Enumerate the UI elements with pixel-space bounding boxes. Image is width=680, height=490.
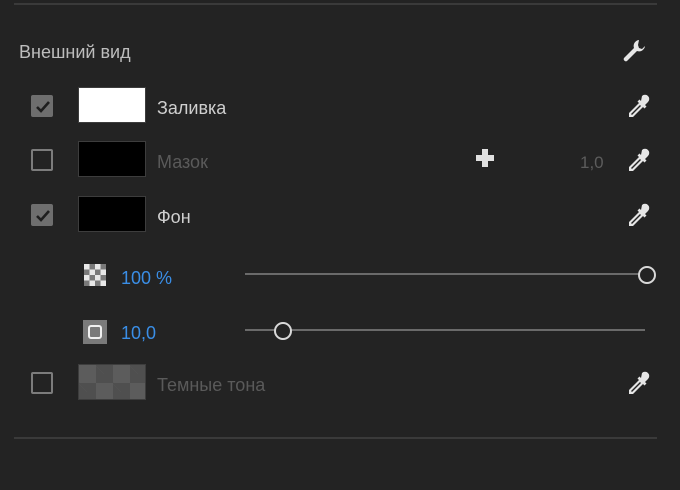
shadow-color-swatch[interactable] — [78, 364, 146, 400]
opacity-slider-handle[interactable] — [638, 266, 656, 284]
stroke-eyedropper-icon[interactable] — [624, 146, 652, 174]
size-slider-track[interactable] — [245, 329, 645, 331]
checkerboard-opacity-icon — [84, 264, 106, 286]
section-title: Внешний вид — [19, 42, 131, 62]
shadow-label: Темные тона — [157, 375, 266, 395]
plus-icon[interactable] — [474, 147, 496, 169]
opacity-value[interactable]: 100 % — [121, 268, 172, 289]
background-checkbox[interactable] — [31, 204, 53, 226]
shadow-eyedropper-icon[interactable] — [624, 369, 652, 397]
opacity-slider-track[interactable] — [245, 273, 647, 275]
fill-color-swatch[interactable] — [78, 87, 146, 123]
stroke-label: Мазок — [157, 152, 208, 172]
fill-label: Заливка — [157, 98, 227, 118]
wrench-icon[interactable] — [620, 37, 648, 65]
background-eyedropper-icon[interactable] — [624, 201, 652, 229]
checkmark-icon — [36, 101, 50, 113]
stroke-checkbox[interactable] — [31, 149, 53, 171]
top-divider — [14, 3, 657, 5]
background-color-swatch[interactable] — [78, 196, 146, 232]
rounded-square-icon — [82, 319, 108, 345]
background-label: Фон — [157, 207, 191, 227]
checkmark-icon — [36, 210, 50, 222]
size-slider-handle[interactable] — [274, 322, 292, 340]
size-value[interactable]: 10,0 — [121, 323, 156, 344]
shadow-checkbox[interactable] — [31, 372, 53, 394]
fill-checkbox[interactable] — [31, 95, 53, 117]
fill-eyedropper-icon[interactable] — [624, 92, 652, 120]
stroke-width-value[interactable]: 1,0 — [580, 153, 604, 173]
stroke-color-swatch[interactable] — [78, 141, 146, 177]
bottom-divider — [14, 437, 657, 439]
